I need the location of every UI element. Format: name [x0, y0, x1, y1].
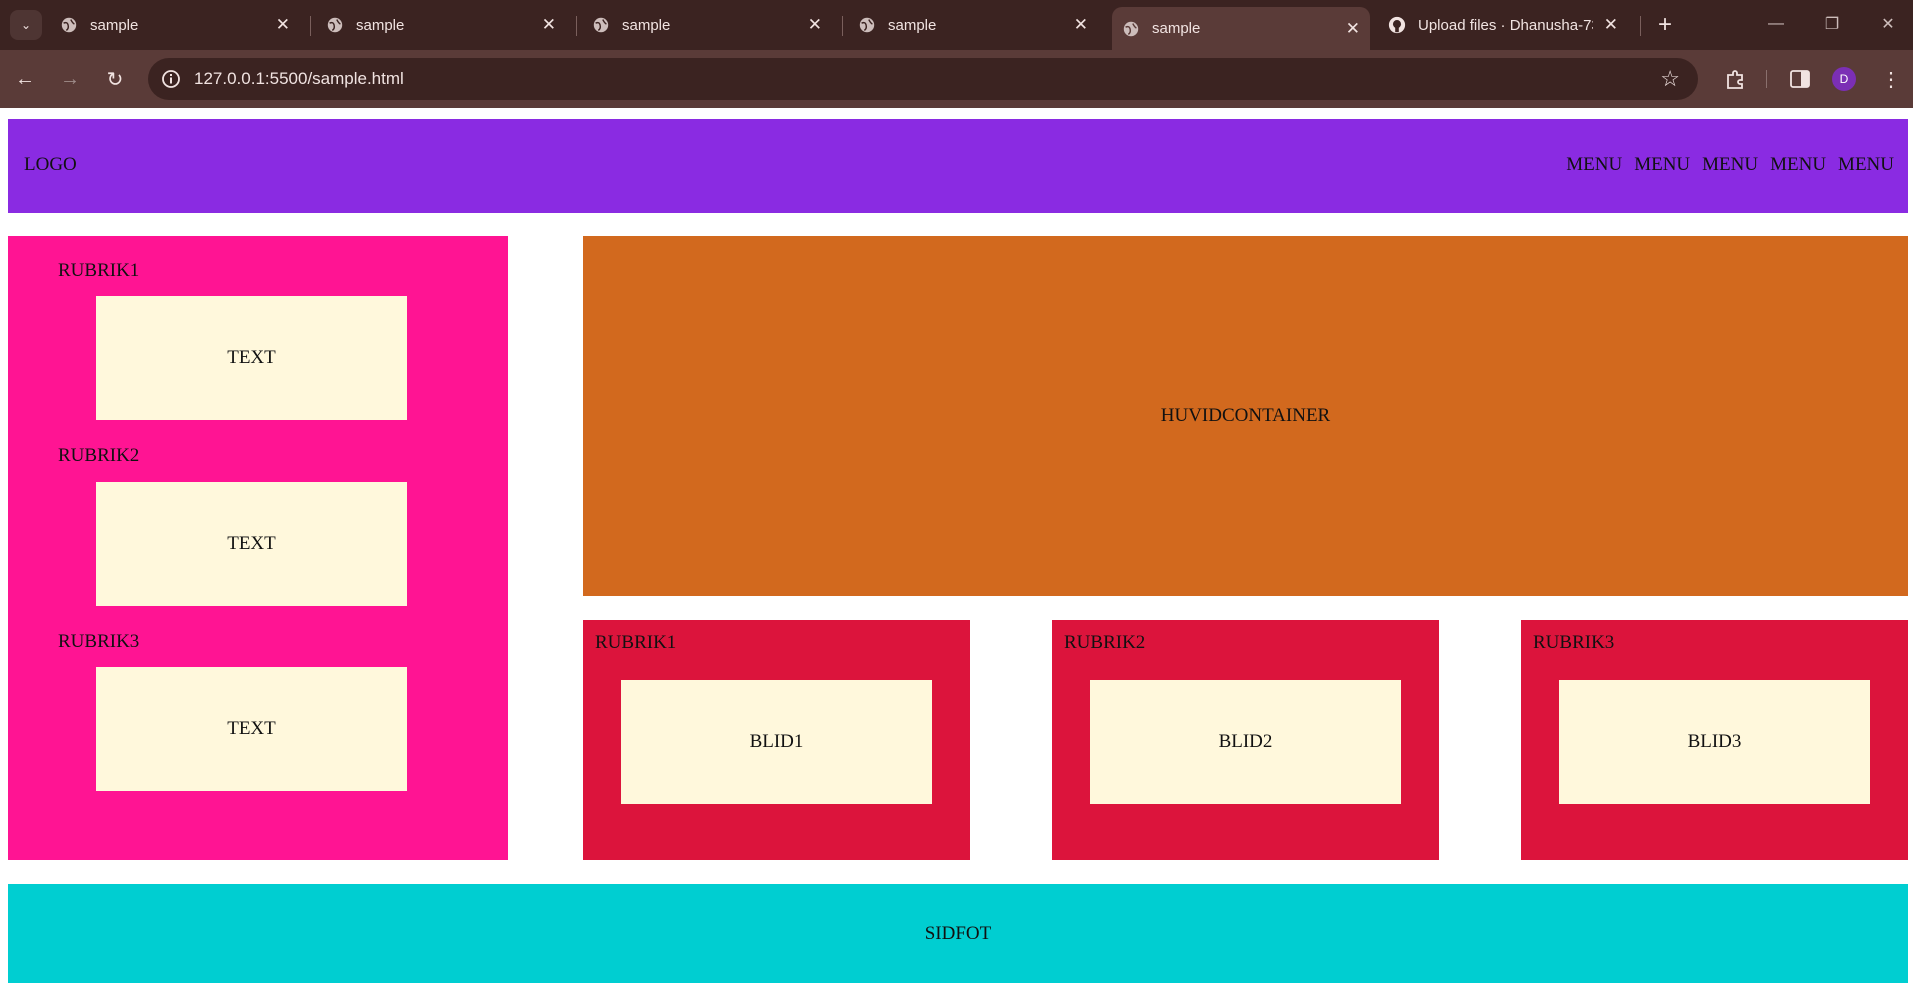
tab-title: sample — [888, 16, 937, 34]
text-label: TEXT — [227, 718, 276, 739]
reload-button[interactable]: ↻ — [100, 64, 130, 94]
sidebar-heading: RUBRIK2 — [58, 445, 140, 466]
tab-title: sample — [622, 16, 671, 34]
tab-strip: ⌄ sample ✕ sample ✕ sample ✕ sample ✕ sa… — [0, 0, 1913, 50]
avatar-initial: D — [1839, 72, 1849, 86]
image-placeholder: BLID3 — [1559, 680, 1870, 804]
menu-item[interactable]: MENU — [1566, 154, 1622, 176]
globe-icon — [859, 17, 875, 33]
close-icon: ✕ — [1881, 16, 1895, 33]
more-menu-button[interactable]: ⋮ — [1876, 64, 1906, 94]
image-placeholder: BLID2 — [1090, 680, 1401, 804]
browser-toolbar: ← → ↻ 127.0.0.1:5500/sample.html ☆ ⋮ — [0, 50, 1913, 108]
globe-icon — [593, 17, 609, 33]
globe-icon — [1123, 21, 1139, 36]
image-label: BLID1 — [749, 731, 804, 752]
globe-icon — [61, 17, 77, 33]
tab-title: sample — [90, 16, 139, 34]
nav-menu: MENU MENU MENU MENU MENU — [1566, 154, 1894, 176]
sidebar-heading: RUBRIK1 — [58, 260, 140, 281]
web-page: LOGO MENU MENU MENU MENU MENU RUBRIK1 TE… — [0, 108, 1913, 1001]
site-footer: SIDFOT — [8, 884, 1908, 983]
browser-tab[interactable]: sample ✕ — [582, 7, 832, 43]
browser-tab[interactable]: sample ✕ — [316, 7, 566, 43]
close-icon[interactable]: ✕ — [542, 15, 556, 35]
card-heading: RUBRIK3 — [1533, 632, 1615, 653]
tab-title: sample — [356, 16, 405, 34]
toolbar-divider — [1766, 70, 1767, 88]
content-card: RUBRIK3 BLID3 — [1521, 620, 1908, 860]
footer-label: SIDFOT — [924, 922, 992, 944]
info-icon — [162, 70, 180, 88]
profile-avatar[interactable]: D — [1832, 67, 1856, 91]
side-panel-button[interactable] — [1785, 64, 1815, 94]
minimize-icon: — — [1768, 15, 1784, 32]
tab-divider — [1640, 16, 1641, 36]
content-card: RUBRIK2 BLID2 — [1052, 620, 1439, 860]
sidebar-heading: RUBRIK3 — [58, 631, 140, 652]
hero-container: HUVIDCONTAINER — [583, 236, 1908, 596]
close-icon[interactable]: ✕ — [808, 15, 822, 35]
sidebar: RUBRIK1 TEXT RUBRIK2 TEXT RUBRIK3 TEXT — [8, 236, 508, 860]
arrow-left-icon: ← — [15, 67, 35, 90]
content-card: RUBRIK1 BLID1 — [583, 620, 970, 860]
site-header: LOGO MENU MENU MENU MENU MENU — [8, 119, 1908, 213]
text-label: TEXT — [227, 347, 276, 368]
github-icon — [1388, 16, 1406, 34]
address-bar[interactable]: 127.0.0.1:5500/sample.html ☆ — [148, 58, 1698, 100]
card-heading: RUBRIK1 — [595, 632, 677, 653]
globe-icon — [327, 17, 343, 33]
logo[interactable]: LOGO — [24, 154, 77, 176]
menu-item[interactable]: MENU — [1838, 154, 1894, 176]
bookmark-star-icon[interactable]: ☆ — [1660, 66, 1680, 92]
back-button[interactable]: ← — [10, 64, 40, 94]
new-tab-button[interactable]: + — [1650, 10, 1680, 40]
close-icon[interactable]: ✕ — [1074, 15, 1088, 35]
hero-label: HUVIDCONTAINER — [1160, 405, 1331, 426]
menu-item[interactable]: MENU — [1770, 154, 1826, 176]
image-label: BLID2 — [1218, 731, 1273, 752]
close-icon[interactable]: ✕ — [1346, 19, 1360, 39]
sidebar-text-box: TEXT — [96, 667, 407, 791]
arrow-right-icon: → — [60, 67, 80, 90]
tab-divider — [576, 16, 577, 36]
close-icon[interactable]: ✕ — [276, 15, 290, 35]
tab-title: Upload files · Dhanusha-73 — [1418, 16, 1593, 34]
text-label: TEXT — [227, 533, 276, 554]
chevron-down-icon: ⌄ — [20, 18, 32, 32]
tab-divider — [310, 16, 311, 36]
restore-icon: ❐ — [1824, 16, 1840, 33]
sidebar-text-box: TEXT — [96, 482, 407, 606]
reload-icon: ↻ — [106, 68, 124, 91]
card-heading: RUBRIK2 — [1064, 632, 1146, 653]
plus-icon: + — [1657, 11, 1672, 38]
forward-button[interactable]: → — [55, 64, 85, 94]
puzzle-icon — [1727, 70, 1743, 89]
sidebar-text-box: TEXT — [96, 296, 407, 420]
minimize-button[interactable]: — — [1756, 10, 1796, 38]
browser-tab[interactable]: sample ✕ — [848, 7, 1098, 43]
image-label: BLID3 — [1687, 731, 1742, 752]
browser-tab[interactable]: sample ✕ — [50, 7, 300, 43]
restore-button[interactable]: ❐ — [1812, 10, 1852, 38]
menu-item[interactable]: MENU — [1634, 154, 1690, 176]
tab-divider — [842, 16, 843, 36]
image-placeholder: BLID1 — [621, 680, 932, 804]
close-window-button[interactable]: ✕ — [1868, 10, 1908, 38]
menu-item[interactable]: MENU — [1702, 154, 1758, 176]
extensions-button[interactable] — [1720, 64, 1750, 94]
close-icon[interactable]: ✕ — [1604, 15, 1618, 35]
kebab-menu-icon: ⋮ — [1881, 68, 1901, 91]
side-panel-icon — [1790, 70, 1810, 88]
tab-search-button[interactable]: ⌄ — [10, 10, 42, 40]
browser-tab-active[interactable]: sample ✕ — [1112, 7, 1370, 50]
tab-title: sample — [1152, 20, 1201, 37]
url-text[interactable]: 127.0.0.1:5500/sample.html — [194, 69, 404, 89]
browser-tab[interactable]: Upload files · Dhanusha-73 ✕ — [1378, 7, 1628, 43]
